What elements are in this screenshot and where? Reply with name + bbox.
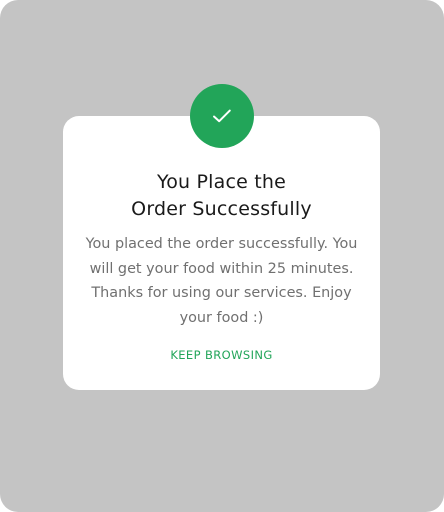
success-dialog: You Place the Order Successfully You pla…: [63, 116, 380, 390]
dialog-title: You Place the Order Successfully: [63, 169, 380, 223]
modal-overlay: You Place the Order Successfully You pla…: [0, 0, 444, 512]
success-badge: [190, 84, 254, 148]
dialog-title-line-2: Order Successfully: [131, 198, 312, 220]
keep-browsing-button[interactable]: KEEP BROWSING: [63, 348, 380, 362]
checkmark-icon: [212, 108, 232, 124]
dialog-title-line-1: You Place the: [156, 171, 287, 193]
dialog-message: You placed the order successfully. You w…: [85, 236, 358, 326]
